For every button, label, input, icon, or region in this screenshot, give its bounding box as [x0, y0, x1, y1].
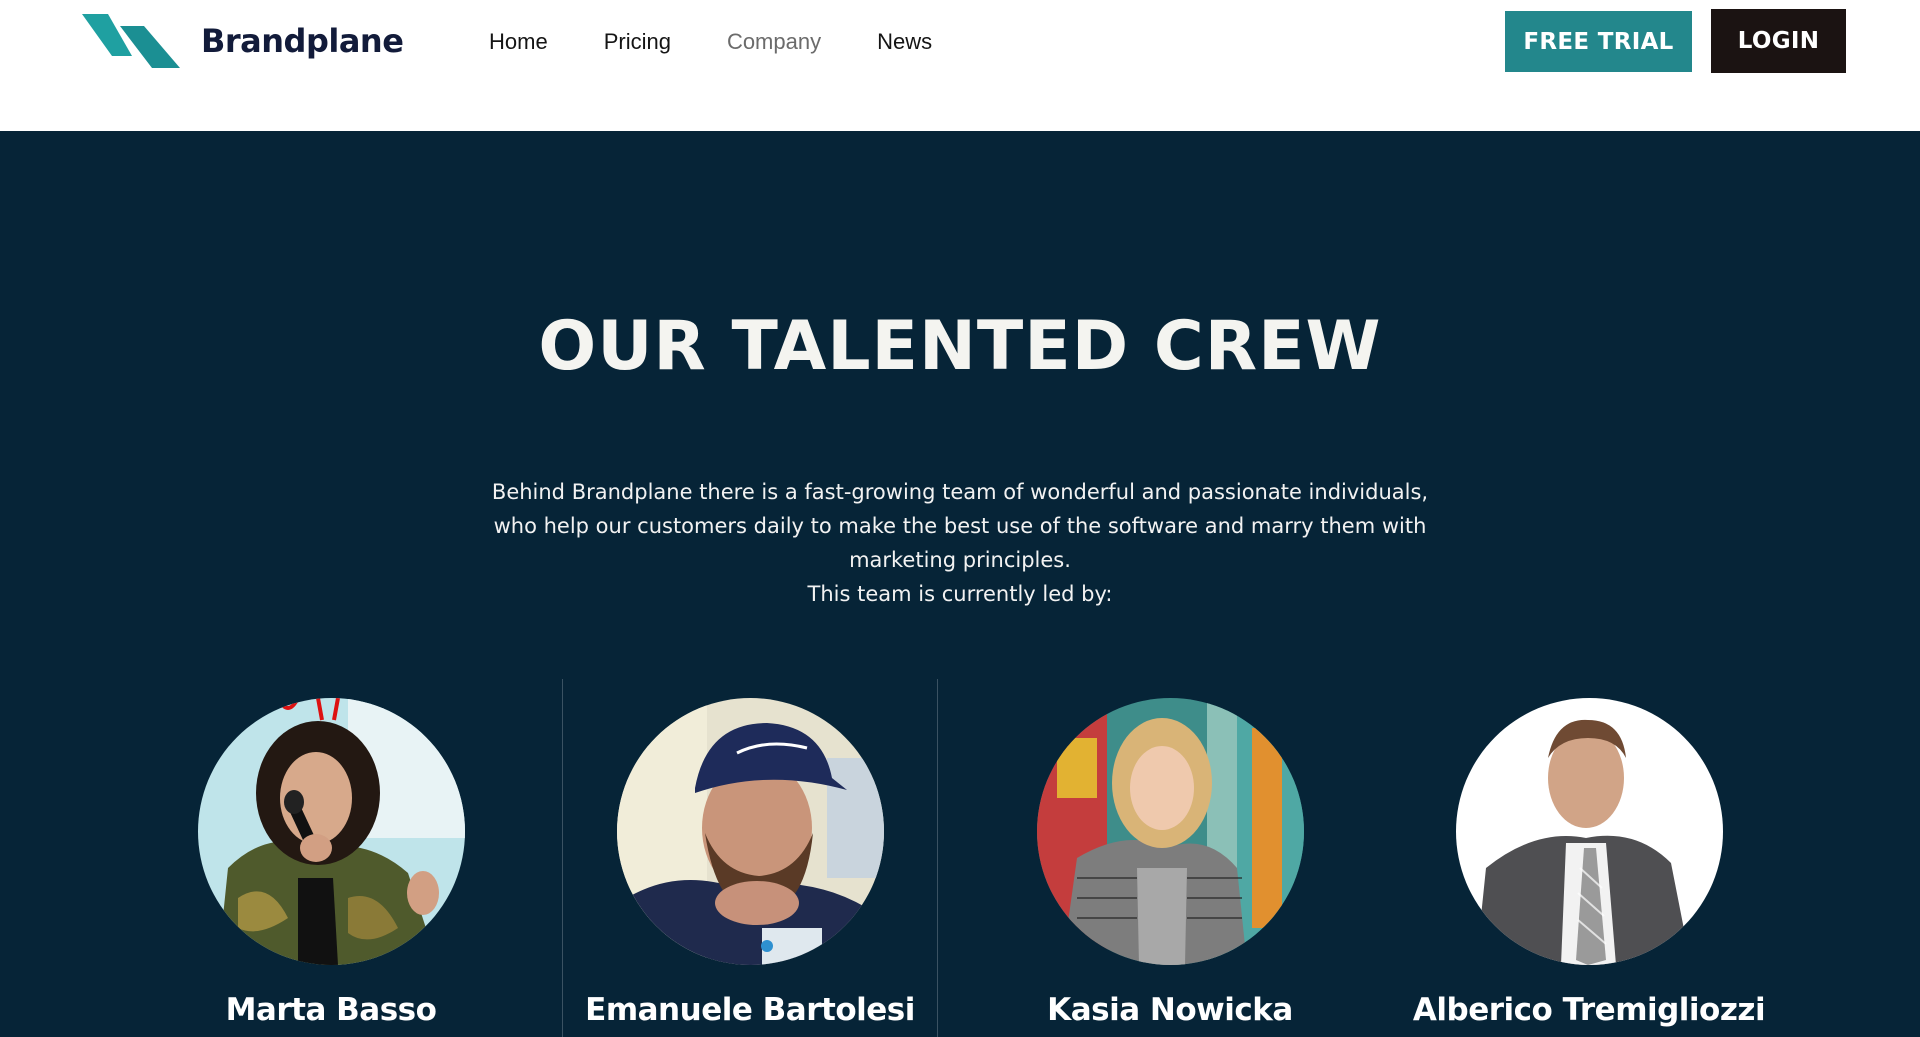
member-name: Marta Basso	[225, 992, 437, 1028]
member-name: Alberico Tremigliozzi	[1412, 992, 1766, 1028]
nav-news[interactable]: News	[877, 27, 932, 57]
free-trial-button[interactable]: FREE TRIAL	[1505, 11, 1692, 72]
brandplane-logo-icon	[82, 14, 180, 68]
intro-line: Behind Brandplane there is a fast-growin…	[491, 480, 1429, 504]
team-member-card: Alberico Tremigliozzi	[1389, 698, 1789, 1028]
member-photo	[616, 698, 884, 965]
section-title: OUR TALENTED CREW	[538, 307, 1382, 386]
member-photo	[197, 698, 465, 965]
member-name: Emanuele Bartolesi	[585, 992, 915, 1028]
intro-line: This team is currently led by:	[807, 582, 1113, 606]
login-button[interactable]: LOGIN	[1711, 9, 1846, 73]
crew-section: OUR TALENTED CREW Behind Brandplane ther…	[0, 131, 1920, 1037]
team-member-card: Emanuele Bartolesi	[550, 698, 950, 1028]
site-header: Brandplane Home Pricing Company News FRE…	[0, 0, 1920, 131]
nav-pricing[interactable]: Pricing	[604, 27, 671, 57]
team-member-card: Kasia Nowicka	[970, 698, 1370, 1028]
member-photo	[1036, 698, 1304, 965]
team-member-card: Marta Basso	[131, 698, 531, 1028]
member-photo	[1455, 698, 1723, 965]
brand-logo-link[interactable]: Brandplane	[82, 14, 404, 68]
crew-intro: Behind Brandplane there is a fast-growin…	[460, 475, 1460, 611]
main-nav: Home Pricing Company News	[489, 27, 988, 57]
nav-home[interactable]: Home	[489, 27, 548, 57]
nav-company[interactable]: Company	[727, 27, 821, 57]
intro-line: who help our customers daily to make the…	[493, 514, 1427, 538]
brand-name: Brandplane	[201, 22, 404, 60]
intro-line: marketing principles.	[849, 548, 1071, 572]
member-name: Kasia Nowicka	[1047, 992, 1293, 1028]
